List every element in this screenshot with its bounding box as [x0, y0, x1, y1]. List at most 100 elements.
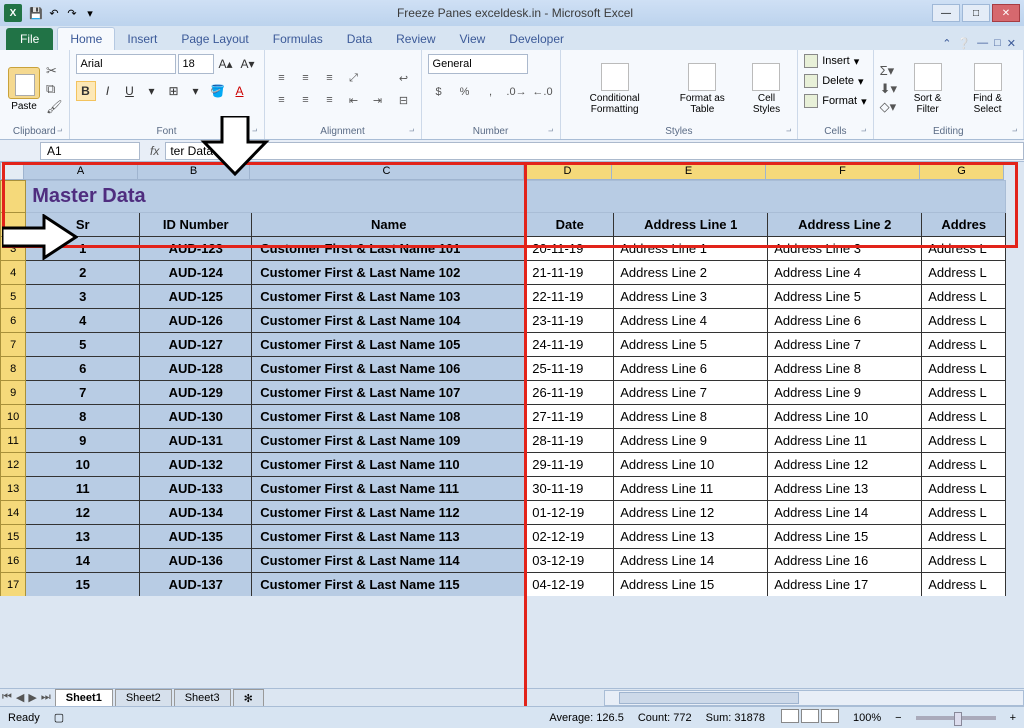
zoom-slider[interactable]: [916, 716, 996, 720]
column-header-C[interactable]: C: [250, 162, 524, 180]
conditional-formatting-button[interactable]: Conditional Formatting: [567, 63, 663, 115]
help-icon[interactable]: ❔: [957, 37, 971, 50]
zoom-level[interactable]: 100%: [853, 712, 881, 724]
cell[interactable]: 5: [26, 333, 140, 357]
cell[interactable]: Address L: [922, 237, 1006, 261]
cell[interactable]: Address Line 4: [614, 309, 768, 333]
cell[interactable]: Address L: [922, 309, 1006, 333]
tab-home[interactable]: Home: [57, 27, 115, 50]
cell[interactable]: Address L: [922, 477, 1006, 501]
cell[interactable]: Address Line 10: [614, 453, 768, 477]
cell[interactable]: Date: [526, 213, 614, 237]
cell[interactable]: Customer First & Last Name 112: [252, 501, 526, 525]
tab-review[interactable]: Review: [384, 28, 447, 50]
select-all-corner[interactable]: [0, 162, 24, 180]
column-header-E[interactable]: E: [612, 162, 766, 180]
number-format-combo[interactable]: General: [428, 54, 528, 74]
cell-styles-button[interactable]: Cell Styles: [742, 63, 792, 115]
cell[interactable]: 02-12-19: [526, 525, 614, 549]
cell[interactable]: Address L: [922, 357, 1006, 381]
cell[interactable]: Address Line 1: [614, 237, 768, 261]
cell[interactable]: Address Line 8: [614, 405, 768, 429]
row-header[interactable]: 11: [1, 429, 26, 453]
minimize-ribbon-icon[interactable]: ⌃: [942, 37, 951, 50]
row-header[interactable]: 9: [1, 381, 26, 405]
borders-icon[interactable]: ⊞: [164, 81, 184, 101]
cell[interactable]: AUD-137: [140, 573, 252, 597]
align-center-icon[interactable]: ≡: [295, 90, 317, 110]
cell[interactable]: AUD-135: [140, 525, 252, 549]
align-top-icon[interactable]: ≡: [271, 68, 293, 88]
cell[interactable]: Customer First & Last Name 111: [252, 477, 526, 501]
tab-developer[interactable]: Developer: [497, 28, 576, 50]
underline-button[interactable]: U: [120, 81, 140, 101]
cell[interactable]: ID Number: [140, 213, 252, 237]
cell[interactable]: Address Line 17: [768, 573, 922, 597]
cell[interactable]: 13: [26, 525, 140, 549]
cell[interactable]: Address L: [922, 405, 1006, 429]
tab-formulas[interactable]: Formulas: [261, 28, 335, 50]
sheet-tab-3[interactable]: Sheet3: [174, 689, 231, 706]
column-header-A[interactable]: A: [24, 162, 138, 180]
worksheet-grid[interactable]: ABCDEFG Master DataSrID NumberNameDateAd…: [0, 162, 1024, 706]
paste-button[interactable]: Paste: [6, 67, 42, 112]
clear-icon[interactable]: ◇▾: [880, 99, 897, 115]
cell[interactable]: Address L: [922, 501, 1006, 525]
cell[interactable]: Address Line 13: [768, 477, 922, 501]
row-header[interactable]: 17: [1, 573, 26, 597]
qat-dropdown-icon[interactable]: ▾: [82, 5, 98, 21]
cell[interactable]: Address L: [922, 285, 1006, 309]
sheet-tab-1[interactable]: Sheet1: [55, 689, 113, 706]
cell[interactable]: 4: [26, 309, 140, 333]
cell[interactable]: Address Line 13: [614, 525, 768, 549]
cut-icon[interactable]: ✂: [46, 63, 63, 79]
font-size-combo[interactable]: 18: [178, 54, 214, 74]
cell[interactable]: Address Line 8: [768, 357, 922, 381]
cell[interactable]: Customer First & Last Name 107: [252, 381, 526, 405]
format-cells-button[interactable]: Format▾: [804, 94, 866, 108]
row-header[interactable]: 13: [1, 477, 26, 501]
cell[interactable]: 30-11-19: [526, 477, 614, 501]
row-header[interactable]: 8: [1, 357, 26, 381]
font-name-combo[interactable]: Arial: [76, 54, 176, 74]
title-cell[interactable]: Master Data: [26, 181, 1006, 213]
cell[interactable]: Address Line 16: [768, 549, 922, 573]
insert-cells-button[interactable]: Insert▾: [804, 54, 859, 68]
tab-data[interactable]: Data: [335, 28, 384, 50]
cell[interactable]: Address Line 2: [614, 261, 768, 285]
cell[interactable]: 11: [26, 477, 140, 501]
sheet-nav-prev-icon[interactable]: ◀: [14, 691, 26, 704]
cell[interactable]: AUD-131: [140, 429, 252, 453]
redo-icon[interactable]: ↷: [64, 5, 80, 21]
cell[interactable]: 7: [26, 381, 140, 405]
sheet-nav-next-icon[interactable]: ▶: [26, 691, 38, 704]
cell[interactable]: 3: [26, 285, 140, 309]
font-color-icon[interactable]: A: [230, 81, 250, 101]
cell[interactable]: 20-11-19: [526, 237, 614, 261]
cell[interactable]: 15: [26, 573, 140, 597]
cell[interactable]: Address Line 6: [614, 357, 768, 381]
cell[interactable]: Address Line 7: [614, 381, 768, 405]
cell[interactable]: Address Line 3: [768, 237, 922, 261]
tab-view[interactable]: View: [448, 28, 498, 50]
cell[interactable]: AUD-129: [140, 381, 252, 405]
underline-dropdown-icon[interactable]: ▾: [142, 81, 162, 101]
horizontal-scrollbar[interactable]: [604, 690, 1024, 706]
cell[interactable]: 04-12-19: [526, 573, 614, 597]
cell[interactable]: AUD-124: [140, 261, 252, 285]
cell[interactable]: Customer First & Last Name 110: [252, 453, 526, 477]
cell[interactable]: 28-11-19: [526, 429, 614, 453]
macro-record-icon[interactable]: ▢: [54, 711, 64, 724]
column-header-G[interactable]: G: [920, 162, 1004, 180]
cell[interactable]: AUD-133: [140, 477, 252, 501]
cell[interactable]: 25-11-19: [526, 357, 614, 381]
grow-font-icon[interactable]: A▴: [216, 54, 236, 74]
column-header-F[interactable]: F: [766, 162, 920, 180]
format-painter-icon[interactable]: 🖌: [46, 99, 63, 115]
cell[interactable]: Address L: [922, 549, 1006, 573]
italic-button[interactable]: I: [98, 81, 118, 101]
increase-decimal-icon[interactable]: .0→: [506, 82, 528, 102]
sort-filter-button[interactable]: Sort & Filter: [901, 63, 954, 115]
cell[interactable]: AUD-127: [140, 333, 252, 357]
grid-body[interactable]: Master DataSrID NumberNameDateAddress Li…: [0, 180, 1024, 688]
